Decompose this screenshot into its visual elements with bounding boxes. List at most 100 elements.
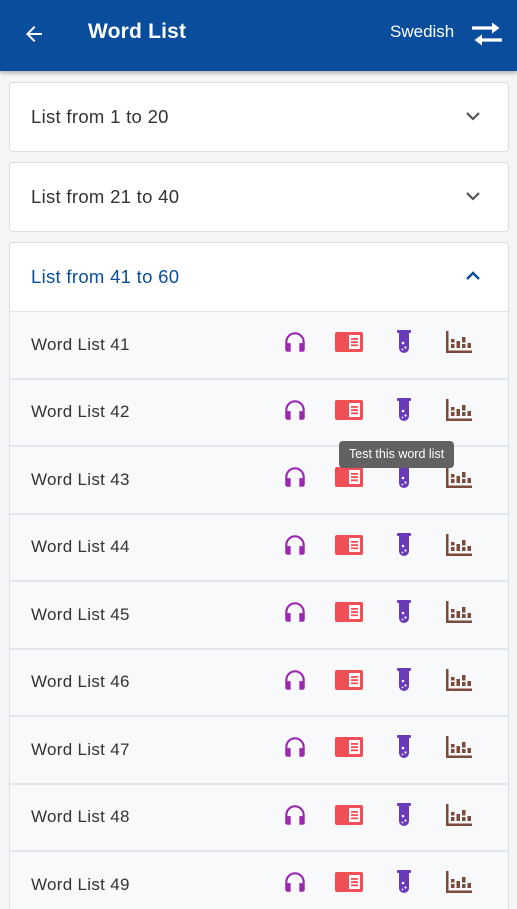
test-button[interactable] bbox=[389, 465, 419, 495]
word-list-label: Word List 49 bbox=[31, 874, 130, 894]
headphones-icon bbox=[282, 802, 308, 833]
read-button[interactable] bbox=[334, 667, 364, 697]
chevron-down-icon bbox=[466, 192, 480, 201]
read-button[interactable] bbox=[334, 802, 364, 832]
tooltip: Test this word list bbox=[339, 441, 455, 468]
stats-button[interactable] bbox=[444, 870, 474, 900]
read-button[interactable] bbox=[334, 600, 364, 630]
test-tube-icon bbox=[396, 464, 412, 495]
test-button[interactable] bbox=[389, 870, 419, 900]
word-list-row[interactable]: Word List 42 bbox=[10, 379, 508, 447]
stats-chart-icon bbox=[445, 465, 473, 494]
test-button[interactable] bbox=[389, 532, 419, 562]
word-list-label: Word List 46 bbox=[31, 672, 130, 692]
panel-header-41-60[interactable]: List from 41 to 60 bbox=[10, 243, 508, 311]
book-icon bbox=[334, 668, 364, 697]
book-icon bbox=[334, 735, 364, 764]
language-selector[interactable]: Swedish bbox=[390, 22, 454, 42]
listen-button[interactable] bbox=[280, 870, 310, 900]
test-tube-icon bbox=[396, 734, 412, 765]
panel-title: List from 41 to 60 bbox=[31, 266, 180, 287]
word-list-rows: Word List 41 Word List 42 Word List 43 Word… bbox=[10, 311, 508, 909]
panel-header-1-20[interactable]: List from 1 to 20 bbox=[10, 83, 508, 151]
stats-button[interactable] bbox=[444, 600, 474, 630]
chevron-up-icon bbox=[466, 271, 480, 280]
test-button[interactable] bbox=[389, 330, 419, 360]
word-list-row[interactable]: Word List 47 bbox=[10, 717, 508, 785]
swap-arrows-icon bbox=[472, 22, 502, 46]
read-button[interactable] bbox=[334, 735, 364, 765]
read-button[interactable] bbox=[334, 330, 364, 360]
book-icon bbox=[334, 803, 364, 832]
listen-button[interactable] bbox=[280, 735, 310, 765]
back-button[interactable] bbox=[18, 18, 50, 50]
word-list-row[interactable]: Word List 49 bbox=[10, 852, 508, 909]
panel-list-21-40: List from 21 to 40 bbox=[9, 162, 509, 232]
test-button[interactable] bbox=[389, 397, 419, 427]
listen-button[interactable] bbox=[280, 532, 310, 562]
stats-chart-icon bbox=[445, 803, 473, 832]
stats-chart-icon bbox=[445, 668, 473, 697]
page-title: Word List bbox=[88, 20, 187, 43]
word-list-label: Word List 47 bbox=[31, 739, 130, 759]
test-button[interactable] bbox=[389, 600, 419, 630]
word-list-label: Word List 41 bbox=[31, 334, 130, 354]
read-button[interactable] bbox=[334, 870, 364, 900]
read-button[interactable] bbox=[334, 397, 364, 427]
stats-button[interactable] bbox=[444, 465, 474, 495]
read-button[interactable] bbox=[334, 532, 364, 562]
test-button[interactable] bbox=[389, 667, 419, 697]
stats-chart-icon bbox=[445, 330, 473, 359]
book-icon bbox=[334, 600, 364, 629]
word-list-label: Word List 44 bbox=[31, 537, 130, 557]
word-list-row[interactable]: Word List 45 bbox=[10, 582, 508, 650]
test-button[interactable] bbox=[389, 802, 419, 832]
stats-button[interactable] bbox=[444, 802, 474, 832]
panel-header-21-40[interactable]: List from 21 to 40 bbox=[10, 163, 508, 231]
stats-chart-icon bbox=[445, 735, 473, 764]
app-bar: Word List Swedish bbox=[0, 0, 517, 71]
listen-button[interactable] bbox=[280, 667, 310, 697]
headphones-icon bbox=[282, 532, 308, 563]
word-list-row[interactable]: Word List 46 bbox=[10, 649, 508, 717]
stats-button[interactable] bbox=[444, 330, 474, 360]
listen-button[interactable] bbox=[280, 330, 310, 360]
word-list-row[interactable]: Word List 44 bbox=[10, 514, 508, 582]
stats-chart-icon bbox=[445, 870, 473, 899]
stats-button[interactable] bbox=[444, 397, 474, 427]
test-tube-icon bbox=[396, 599, 412, 630]
stats-chart-icon bbox=[445, 398, 473, 427]
headphones-icon bbox=[282, 734, 308, 765]
panel-list-41-60: List from 41 to 60 Word List 41 Word List… bbox=[9, 242, 509, 909]
book-icon bbox=[334, 465, 364, 494]
test-tube-icon bbox=[396, 532, 412, 563]
listen-button[interactable] bbox=[280, 465, 310, 495]
swap-language-button[interactable] bbox=[468, 17, 506, 51]
headphones-icon bbox=[282, 464, 308, 495]
listen-button[interactable] bbox=[280, 802, 310, 832]
book-icon bbox=[334, 870, 364, 899]
chevron-down-icon bbox=[466, 112, 480, 121]
stats-button[interactable] bbox=[444, 667, 474, 697]
test-button[interactable] bbox=[389, 735, 419, 765]
book-icon bbox=[334, 398, 364, 427]
test-tube-icon bbox=[396, 802, 412, 833]
word-list-label: Word List 42 bbox=[31, 402, 130, 422]
word-list-row[interactable]: Word List 41 bbox=[10, 312, 508, 380]
headphones-icon bbox=[282, 329, 308, 360]
word-list-row[interactable]: Word List 48 bbox=[10, 784, 508, 852]
book-icon bbox=[334, 533, 364, 562]
listen-button[interactable] bbox=[280, 600, 310, 630]
listen-button[interactable] bbox=[280, 397, 310, 427]
read-button[interactable] bbox=[334, 465, 364, 495]
headphones-icon bbox=[282, 667, 308, 698]
arrow-left-icon bbox=[26, 26, 42, 42]
word-list-label: Word List 48 bbox=[31, 807, 130, 827]
stats-button[interactable] bbox=[444, 735, 474, 765]
test-tube-icon bbox=[396, 667, 412, 698]
panel-title: List from 21 to 40 bbox=[31, 186, 180, 207]
word-list-label: Word List 45 bbox=[31, 604, 130, 624]
headphones-icon bbox=[282, 397, 308, 428]
word-list-label: Word List 43 bbox=[31, 469, 130, 489]
stats-button[interactable] bbox=[444, 532, 474, 562]
